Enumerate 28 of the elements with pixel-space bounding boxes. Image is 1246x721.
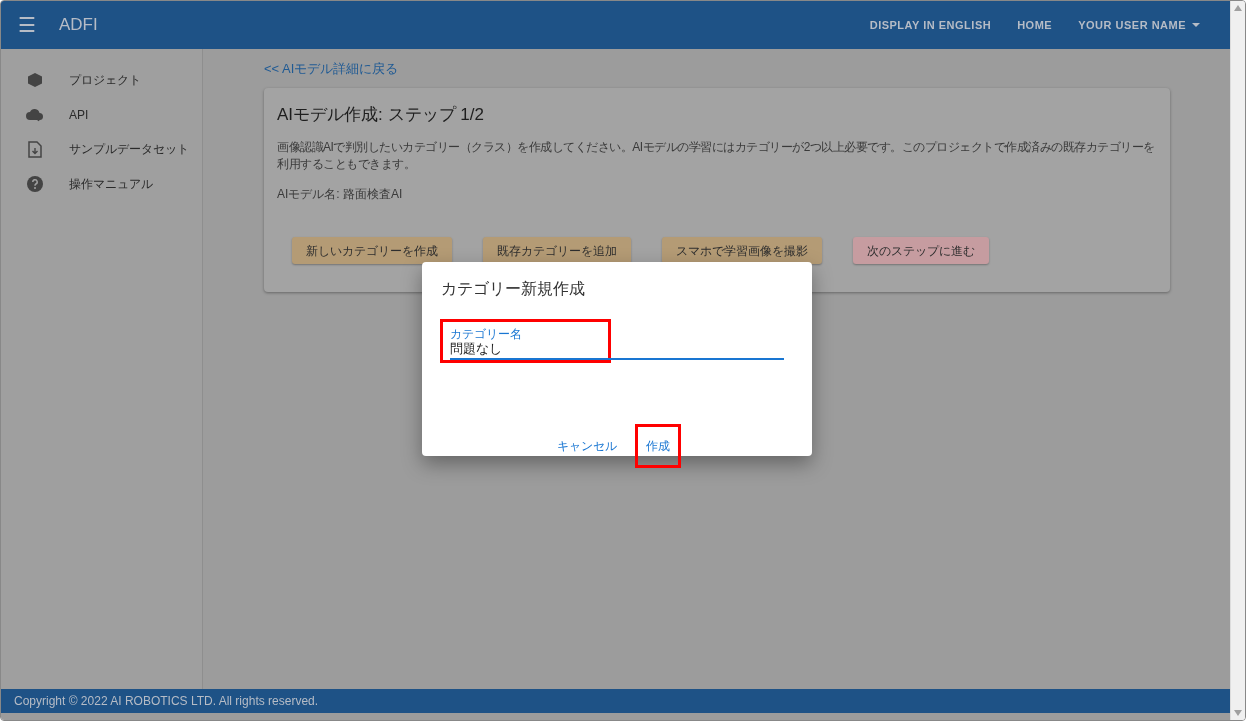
model-name: AIモデル名: 路面検査AI bbox=[277, 186, 404, 203]
user-menu-button[interactable]: YOUR USER NAME bbox=[1078, 16, 1200, 34]
sidebar-item[interactable]: サンプルデータセット bbox=[1, 132, 202, 167]
sidebar-item[interactable]: プロジェクト bbox=[1, 63, 202, 98]
sidebar-item[interactable]: 操作マニュアル bbox=[1, 166, 202, 201]
app-title: ADFI bbox=[59, 14, 98, 37]
action-button[interactable]: 既存カテゴリーを追加 bbox=[483, 237, 631, 264]
sidebar-item[interactable]: API bbox=[1, 97, 202, 132]
dialog-button[interactable]: キャンセル bbox=[549, 431, 625, 461]
action-button[interactable]: 新しいカテゴリーを作成 bbox=[292, 237, 452, 264]
help-icon bbox=[27, 175, 43, 192]
file-download-icon bbox=[28, 140, 42, 158]
footer: Copyright © 2022 AI ROBOTICS LTD. All rights reserved. bbox=[1, 689, 1230, 713]
card-description: 画像認識AIで判別したいカテゴリー（クラス）を作成してください。AIモデルの学習にはカテゴリーが2つ以上必要です。このプロジェクトで作成済みの既存カテゴリーを利用することもできます。 bbox=[277, 139, 1156, 173]
cloud-icon bbox=[26, 107, 44, 122]
cube-icon bbox=[27, 72, 43, 89]
field-label: カテゴリー名 bbox=[450, 326, 522, 342]
caret-icon bbox=[1192, 23, 1200, 27]
nav-link[interactable]: HOME bbox=[1017, 16, 1053, 34]
action-button[interactable]: 次のステップに進む bbox=[853, 237, 989, 264]
action-button[interactable]: スマホで学習画像を撮影 bbox=[662, 237, 822, 264]
nav-link[interactable]: DISPLAY IN ENGLISH bbox=[869, 16, 992, 34]
card-title: AIモデル作成: ステップ 1/2 bbox=[277, 103, 485, 126]
dialog-title: カテゴリー新規作成 bbox=[441, 279, 585, 299]
scroll-up-icon[interactable] bbox=[1234, 5, 1242, 11]
dialog-button[interactable]: 作成 bbox=[635, 424, 681, 468]
scroll-down-icon[interactable] bbox=[1234, 710, 1242, 716]
input-field[interactable]: 問題なし bbox=[450, 340, 784, 360]
